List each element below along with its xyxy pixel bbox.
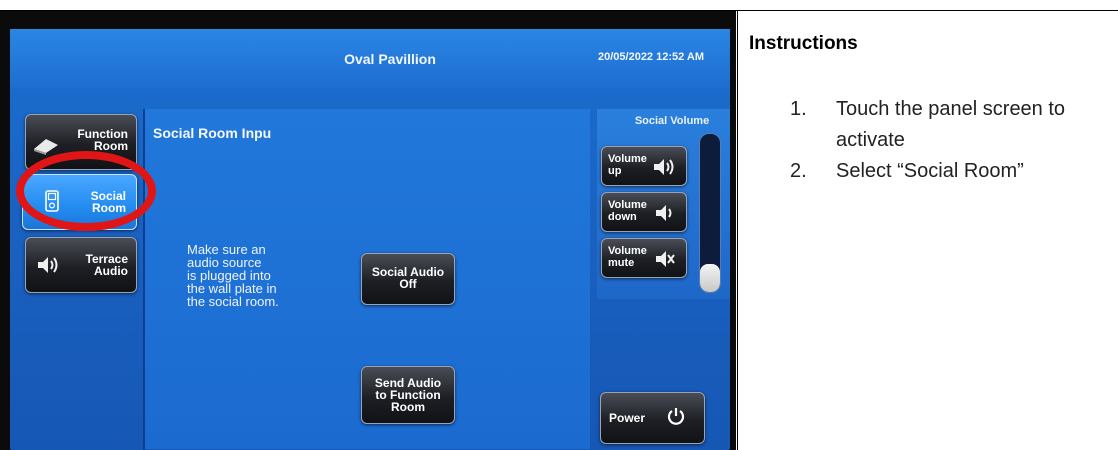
instructions-heading: Instructions	[749, 33, 858, 54]
mute-icon	[654, 249, 676, 269]
instruction-step: 2. Select “Social Room”	[790, 156, 1110, 187]
button-label: Social Audio Off	[371, 265, 445, 291]
volume-level-bar[interactable]	[699, 133, 721, 293]
venue-title: Oval Pavillion	[344, 51, 436, 67]
panel-title: Social Room Inpu	[153, 125, 272, 141]
table-column-rule	[737, 10, 738, 450]
source-button-terrace-audio[interactable]: Terrace Audio	[25, 237, 137, 293]
send-audio-to-function-room-button[interactable]: Send Audio to Function Room	[361, 366, 455, 424]
step-text: Touch the panel screen to activate	[836, 98, 1066, 151]
touch-screen: Oval Pavillion 20/05/2022 12:52 AM Socia…	[10, 29, 730, 450]
datetime-readout: 20/05/2022 12:52 AM	[598, 51, 704, 63]
speaker-loud-icon	[652, 157, 678, 177]
volume-up-button[interactable]: Volume up	[601, 146, 687, 186]
button-label: Volume down	[608, 199, 647, 223]
social-audio-off-button[interactable]: Social Audio Off	[361, 253, 455, 305]
volume-mute-button[interactable]: Volume mute	[601, 238, 687, 278]
volume-down-button[interactable]: Volume down	[601, 192, 687, 232]
book-icon	[32, 133, 60, 155]
source-label: Function Room	[77, 127, 128, 153]
highlight-circle	[16, 151, 156, 231]
volume-level-fill	[700, 264, 720, 292]
button-label: Send Audio to Function Room	[374, 376, 442, 414]
instruction-step: 1. Touch the panel screen to activate	[790, 94, 1110, 156]
speaker-quiet-icon	[654, 203, 676, 223]
button-label: Power	[609, 411, 646, 425]
power-button[interactable]: Power	[600, 392, 705, 444]
step-text: Select “Social Room”	[836, 160, 1024, 182]
volume-title: Social Volume	[634, 115, 710, 127]
power-icon	[667, 407, 685, 425]
button-label: Volume mute	[608, 245, 647, 269]
instruction-note: Make sure an audio source is plugged int…	[187, 242, 279, 309]
speaker-icon	[36, 255, 60, 275]
source-label: Terrace Audio	[85, 252, 128, 278]
button-label: Volume up	[608, 153, 647, 177]
panel-photo: Oval Pavillion 20/05/2022 12:52 AM Socia…	[0, 11, 736, 450]
step-number: 1.	[790, 98, 807, 120]
instruction-steps: 1. Touch the panel screen to activate 2.…	[790, 94, 1110, 187]
step-number: 2.	[790, 160, 807, 182]
